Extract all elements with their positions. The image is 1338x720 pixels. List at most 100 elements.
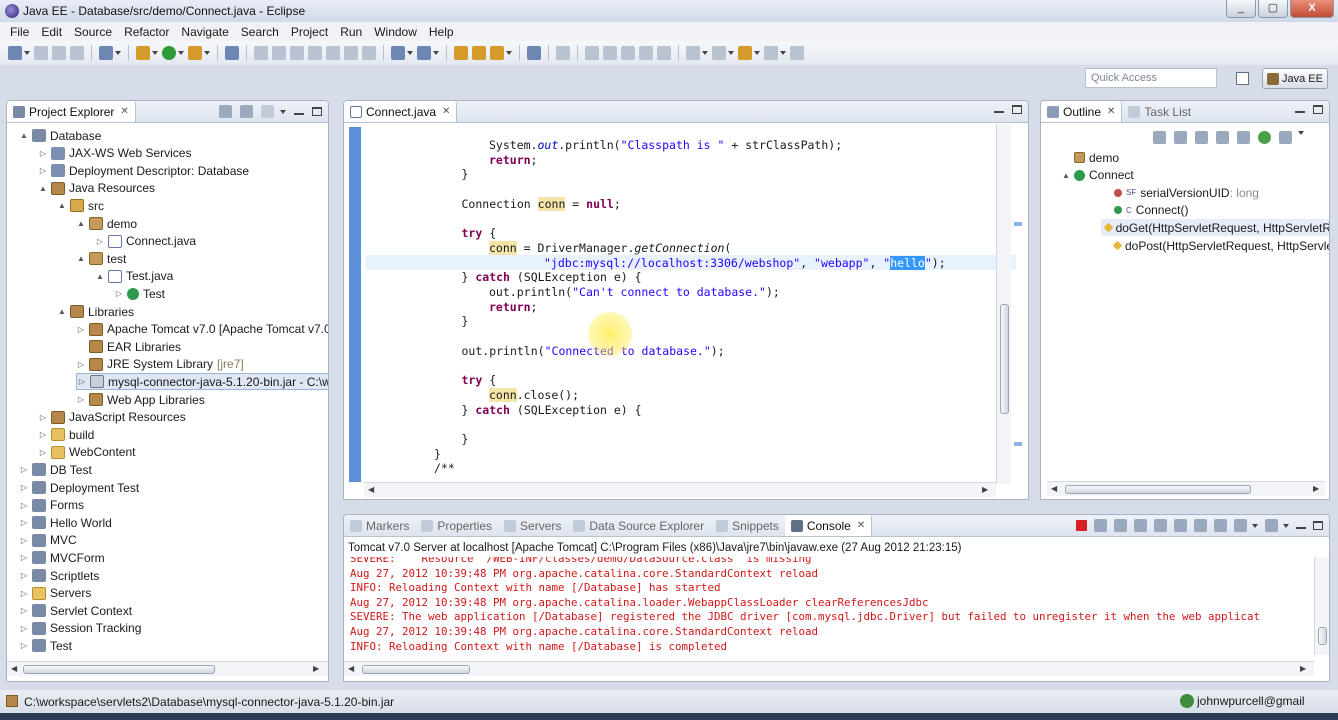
disconnect-icon[interactable]: [308, 46, 322, 60]
open-web-browser-icon[interactable]: [99, 46, 113, 60]
tab-connect-java[interactable]: Connect.java ✕: [344, 101, 458, 122]
close-button[interactable]: X: [1290, 0, 1334, 18]
collapsed-twisty-icon[interactable]: ▷: [114, 289, 124, 298]
tree-item[interactable]: ▲ test: [76, 250, 126, 267]
expanded-twisty-icon[interactable]: ▲: [76, 219, 86, 228]
chevron-down-icon[interactable]: [433, 51, 439, 55]
collapsed-twisty-icon[interactable]: ▷: [76, 395, 86, 404]
code-line[interactable]: out.println("Can't connect to database."…: [366, 285, 780, 300]
tree-item[interactable]: ▲ Database: [19, 127, 101, 144]
search-icon[interactable]: [490, 46, 504, 60]
chevron-down-icon[interactable]: [204, 51, 210, 55]
tree-item[interactable]: ▷ Apache Tomcat v7.0 [Apache Tomcat v7.0: [76, 321, 328, 338]
scroll-left-icon[interactable]: ◀: [348, 664, 354, 673]
show-on-output-icon[interactable]: [1174, 519, 1187, 532]
open-type-icon[interactable]: [454, 46, 468, 60]
save-all-icon[interactable]: [52, 46, 66, 60]
expanded-twisty-icon[interactable]: ▲: [38, 184, 48, 193]
maximize-icon[interactable]: [312, 107, 322, 116]
chevron-down-icon[interactable]: [24, 51, 30, 55]
next-annotation-icon[interactable]: [585, 46, 599, 60]
collapsed-twisty-icon[interactable]: ▷: [19, 641, 29, 650]
collapsed-twisty-icon[interactable]: ▷: [19, 536, 29, 545]
hide-static-icon[interactable]: [1237, 131, 1250, 144]
tree-item[interactable]: ▷ Servlet Context: [19, 602, 132, 619]
tree-item[interactable]: ▷ JAX-WS Web Services: [38, 145, 192, 162]
collapsed-twisty-icon[interactable]: ▷: [19, 483, 29, 492]
code-line[interactable]: } catch (SQLException e) {: [366, 270, 642, 285]
code-line[interactable]: conn.close();: [366, 387, 579, 403]
menu-navigate[interactable]: Navigate: [175, 25, 234, 39]
chevron-down-icon[interactable]: [178, 51, 184, 55]
tree-item[interactable]: ▷ Test: [19, 637, 72, 654]
scroll-left-icon[interactable]: ◀: [1051, 484, 1057, 493]
tree-item[interactable]: ▷ MVCForm: [19, 549, 105, 566]
scroll-left-icon[interactable]: ◀: [368, 485, 374, 494]
menu-source[interactable]: Source: [68, 25, 118, 39]
console-output[interactable]: SEVERE: Resource /WEB-INF/classes/demo/D…: [344, 557, 1314, 655]
tree-item[interactable]: ▷ Deployment Descriptor: Database: [38, 162, 249, 179]
terminate-icon[interactable]: [1076, 520, 1087, 531]
collapsed-twisty-icon[interactable]: ▷: [77, 377, 87, 386]
scroll-right-icon[interactable]: ▶: [982, 485, 988, 494]
remove-launch-icon[interactable]: [1094, 519, 1107, 532]
tab-project-explorer[interactable]: Project Explorer ✕: [7, 101, 136, 122]
step-into-icon[interactable]: [326, 46, 340, 60]
expanded-twisty-icon[interactable]: ▲: [57, 307, 67, 316]
scroll-left-icon[interactable]: ◀: [11, 664, 17, 673]
next-edit-icon[interactable]: [686, 46, 700, 60]
terminate-icon[interactable]: [290, 46, 304, 60]
collapsed-twisty-icon[interactable]: ▷: [19, 571, 29, 580]
link-with-editor-icon[interactable]: [240, 105, 253, 118]
previous-annotation-icon[interactable]: [603, 46, 617, 60]
code-line[interactable]: try {: [366, 373, 497, 388]
code-line[interactable]: [366, 329, 434, 344]
tab-snippets[interactable]: Snippets: [710, 515, 785, 536]
tab-markers[interactable]: Markers: [344, 515, 415, 536]
collapsed-twisty-icon[interactable]: ▷: [38, 430, 48, 439]
tree-item[interactable]: ▷ Deployment Test: [19, 479, 139, 496]
block-selection-icon[interactable]: [657, 46, 671, 60]
tree-item[interactable]: ▷ WebContent: [38, 444, 136, 461]
globe-icon[interactable]: [527, 46, 541, 60]
expanded-twisty-icon[interactable]: ▲: [19, 131, 29, 140]
menu-refactor[interactable]: Refactor: [118, 25, 175, 39]
code-area[interactable]: System.out.println("Classpath is " + str…: [366, 124, 1016, 484]
new-java-project-icon[interactable]: [391, 46, 405, 60]
scroll-right-icon[interactable]: ▶: [313, 664, 319, 673]
code-line[interactable]: }: [366, 447, 441, 462]
outline-item[interactable]: doGet(HttpServletRequest, HttpServletR: [1101, 219, 1329, 237]
code-line[interactable]: "jdbc:mysql://localhost:3306/webshop", "…: [366, 255, 946, 271]
tree-item[interactable]: ▷ Servers: [19, 585, 91, 602]
run-icon[interactable]: [162, 46, 176, 60]
tab-console[interactable]: Console ✕: [784, 515, 873, 536]
scroll-thumb[interactable]: [1000, 304, 1009, 414]
chevron-down-icon[interactable]: [506, 51, 512, 55]
tab-servers[interactable]: Servers: [498, 515, 567, 536]
code-line[interactable]: [366, 212, 434, 227]
perspective-javaee-button[interactable]: Java EE: [1262, 68, 1328, 89]
tree-item[interactable]: ▷ build: [38, 426, 94, 443]
resume-icon[interactable]: [254, 46, 268, 60]
collapsed-twisty-icon[interactable]: ▷: [76, 325, 86, 334]
close-icon[interactable]: ✕: [442, 106, 450, 117]
minimize-icon[interactable]: [1296, 526, 1306, 529]
pin-console-icon[interactable]: [1214, 519, 1227, 532]
menu-window[interactable]: Window: [368, 25, 423, 39]
sort-icon[interactable]: [1195, 131, 1208, 144]
maximize-icon[interactable]: [1012, 105, 1022, 114]
outline-item[interactable]: C Connect(): [1101, 202, 1188, 219]
menu-run[interactable]: Run: [334, 25, 368, 39]
tree-item[interactable]: ▷ Forms: [19, 497, 84, 514]
close-icon[interactable]: ✕: [857, 520, 865, 531]
previous-edit-icon[interactable]: [712, 46, 726, 60]
maximize-icon[interactable]: [1313, 521, 1323, 530]
chevron-down-icon[interactable]: [780, 51, 786, 55]
tree-item[interactable]: ▲ Java Resources: [38, 180, 155, 197]
open-perspective-button[interactable]: [1234, 70, 1252, 88]
horizontal-scrollbar[interactable]: ◀ ▶: [7, 661, 328, 676]
back-icon[interactable]: [738, 46, 752, 60]
tree-item[interactable]: ▷ JRE System Library [jre7]: [76, 356, 244, 373]
collapsed-twisty-icon[interactable]: ▷: [19, 501, 29, 510]
chevron-down-icon[interactable]: [1283, 523, 1289, 528]
